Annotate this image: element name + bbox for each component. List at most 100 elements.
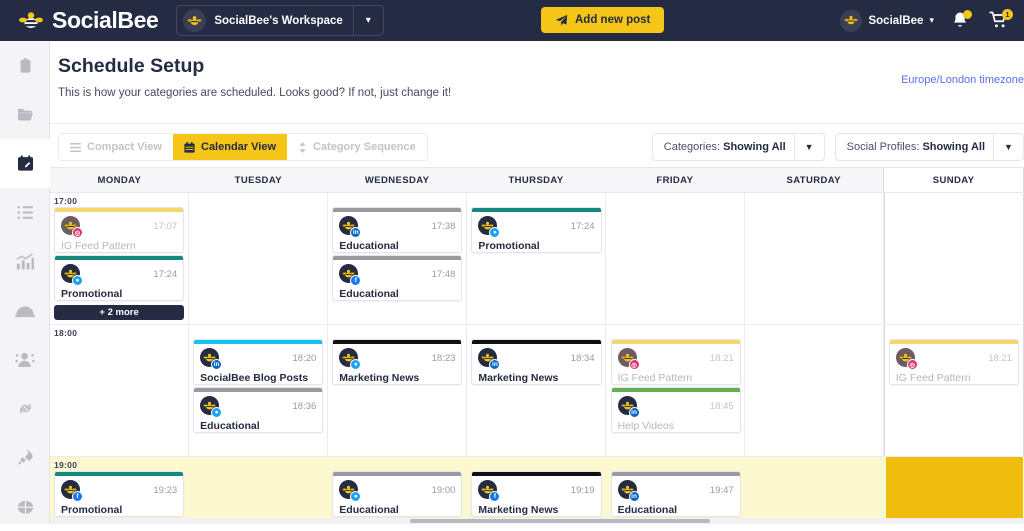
chevron-down-icon[interactable]: ▾ — [353, 6, 383, 35]
event-time: 17:07 — [153, 221, 177, 232]
instagram-icon: ◎ — [629, 359, 640, 370]
sidebar — [0, 41, 50, 524]
calendar-day-header-friday[interactable]: FRIDAY — [605, 168, 744, 192]
calendar-event-card[interactable]: ●17:24Promotional — [54, 255, 184, 301]
calendar-day-header-saturday[interactable]: SATURDAY — [744, 168, 883, 192]
event-profile-avatar: f — [339, 264, 360, 285]
notification-dot — [963, 10, 972, 19]
social-profiles-filter-value: Showing All — [922, 141, 985, 153]
caret-down-icon[interactable]: ▼ — [993, 134, 1023, 160]
event-time: 19:00 — [432, 485, 456, 496]
calendar-event-card[interactable]: ●17:24Promotional — [471, 207, 601, 253]
calendar-event-card[interactable]: ● 19:00 Educational — [332, 471, 462, 517]
sidebar-item-categories[interactable] — [0, 90, 50, 139]
social-profiles-filter[interactable]: Social Profiles: Showing All ▼ — [835, 133, 1024, 161]
calendar-event-card[interactable]: f19:19Marketing News — [471, 471, 601, 517]
categories-filter[interactable]: Categories: Showing All ▼ — [652, 133, 825, 161]
event-category-title: Help Videos — [612, 417, 740, 433]
main-content: Schedule Setup This is how your categori… — [50, 41, 1024, 524]
event-header: ● 17:24 — [472, 212, 600, 237]
timezone-link[interactable]: Europe/London timezone — [901, 74, 1024, 86]
calendar-event-card[interactable]: in17:38Educational — [332, 207, 462, 253]
facebook-icon: f — [489, 491, 500, 502]
sunday-selected-slot[interactable] — [886, 457, 1023, 523]
user-menu[interactable]: SocialBee ▾ — [840, 10, 934, 32]
facebook-icon: f — [350, 275, 361, 286]
sidebar-item-concierge[interactable] — [0, 286, 50, 335]
facebook-icon: f — [72, 491, 83, 502]
calendar-day-header-tuesday[interactable]: TUESDAY — [189, 168, 328, 192]
calendar-day-header-thursday[interactable]: THURSDAY — [467, 168, 606, 192]
workspace-name: SocialBee's Workspace — [214, 15, 352, 27]
categories-filter-value: Showing All — [723, 141, 786, 153]
event-time: 18:21 — [710, 353, 734, 364]
calendar-event-card[interactable]: in19:47Educational — [611, 471, 741, 517]
sidebar-item-queue[interactable] — [0, 188, 50, 237]
calendar-event-card[interactable]: ●18:36Educational — [193, 387, 323, 433]
calendar-event-card[interactable]: in18:34Marketing News — [471, 339, 601, 385]
event-profile-avatar: ● — [200, 396, 221, 417]
twitter-icon: ● — [350, 491, 361, 502]
twitter-icon: ● — [72, 275, 83, 286]
calendar-event-card[interactable]: ◎17:07IG Feed Pattern — [54, 207, 184, 253]
calendar-event-card[interactable]: f17:48Educational — [332, 255, 462, 301]
calendar-event-card[interactable]: in18:45Help Videos — [611, 387, 741, 433]
calendar-event-card[interactable]: in18:20SocialBee Blog Posts — [193, 339, 323, 385]
event-header: in18:45 — [612, 392, 740, 417]
add-new-post-button[interactable]: Add new post — [541, 7, 664, 33]
event-profile-avatar: in — [478, 348, 499, 369]
calendar-day-header-sunday[interactable]: SUNDAY — [883, 168, 1024, 192]
event-header: ●18:23 — [333, 344, 461, 369]
event-profile-avatar: ◎ — [618, 348, 639, 369]
linkedin-icon: in — [629, 491, 640, 502]
calendar-event-card[interactable]: ◎18:21IG Feed Pattern — [889, 339, 1019, 385]
event-category-title: Marketing News — [333, 369, 461, 385]
calendar-event-card[interactable]: ●18:23Marketing News — [332, 339, 462, 385]
sidebar-item-content[interactable] — [0, 41, 50, 90]
horizontal-scrollbar[interactable] — [50, 518, 1024, 524]
calendar-day-header-monday[interactable]: MONDAY — [50, 168, 189, 192]
calendar-day-header-wednesday[interactable]: WEDNESDAY — [328, 168, 467, 192]
calendar-day-header: MONDAYTUESDAYWEDNESDAYTHURSDAYFRIDAYSATU… — [50, 167, 1024, 193]
tab-calendar-view[interactable]: Calendar View — [173, 134, 287, 160]
event-profile-avatar: ◎ — [61, 216, 82, 237]
cart-badge: 1 — [1002, 9, 1013, 20]
event-header: in 17:38 — [333, 212, 461, 237]
calendar-event-card[interactable]: ◎ 18:21 IG Feed Pattern — [611, 339, 741, 385]
calendar-event-card[interactable]: f19:23Promotional — [54, 471, 184, 517]
instagram-icon: ◎ — [72, 227, 83, 238]
scrollbar-thumb[interactable] — [410, 519, 710, 523]
event-category-title: Promotional — [55, 501, 183, 517]
event-header: ●17:24 — [55, 260, 183, 285]
sidebar-item-boost[interactable] — [0, 433, 50, 482]
tab-compact-view-label: Compact View — [87, 141, 162, 153]
event-time: 17:38 — [432, 221, 456, 232]
linkedin-icon: in — [629, 407, 640, 418]
sidebar-item-audience[interactable] — [0, 335, 50, 384]
event-header: ◎ 18:21 — [612, 344, 740, 369]
event-profile-avatar: in — [339, 216, 360, 237]
cart-button[interactable]: 1 — [988, 10, 1010, 32]
caret-down-icon[interactable]: ▼ — [794, 134, 824, 160]
tab-category-sequence[interactable]: Category Sequence — [287, 134, 427, 160]
sidebar-item-analytics[interactable] — [0, 237, 50, 286]
event-category-title: IG Feed Pattern — [612, 369, 740, 385]
workspace-avatar — [183, 9, 206, 32]
brand-logo[interactable]: SocialBee — [18, 7, 158, 34]
more-events-pill[interactable]: + 2 more — [54, 305, 184, 320]
event-category-title: Educational — [333, 501, 461, 517]
calendar-icon — [184, 142, 195, 153]
event-time: 18:23 — [432, 353, 456, 364]
sidebar-item-connections[interactable] — [0, 384, 50, 433]
event-category-title: Marketing News — [472, 369, 600, 385]
event-category-title: Marketing News — [472, 501, 600, 517]
notifications-button[interactable] — [950, 10, 972, 32]
sidebar-item-schedule[interactable] — [0, 139, 50, 188]
top-navigation-bar: SocialBee SocialBee's Workspace ▾ Add ne… — [0, 0, 1024, 41]
add-new-post-label: Add new post — [575, 14, 650, 26]
event-time: 17:24 — [571, 221, 595, 232]
tab-compact-view[interactable]: Compact View — [59, 134, 173, 160]
twitter-icon: ● — [489, 227, 500, 238]
page-header: Schedule Setup This is how your categori… — [50, 41, 1024, 99]
workspace-selector[interactable]: SocialBee's Workspace ▾ — [176, 5, 383, 36]
